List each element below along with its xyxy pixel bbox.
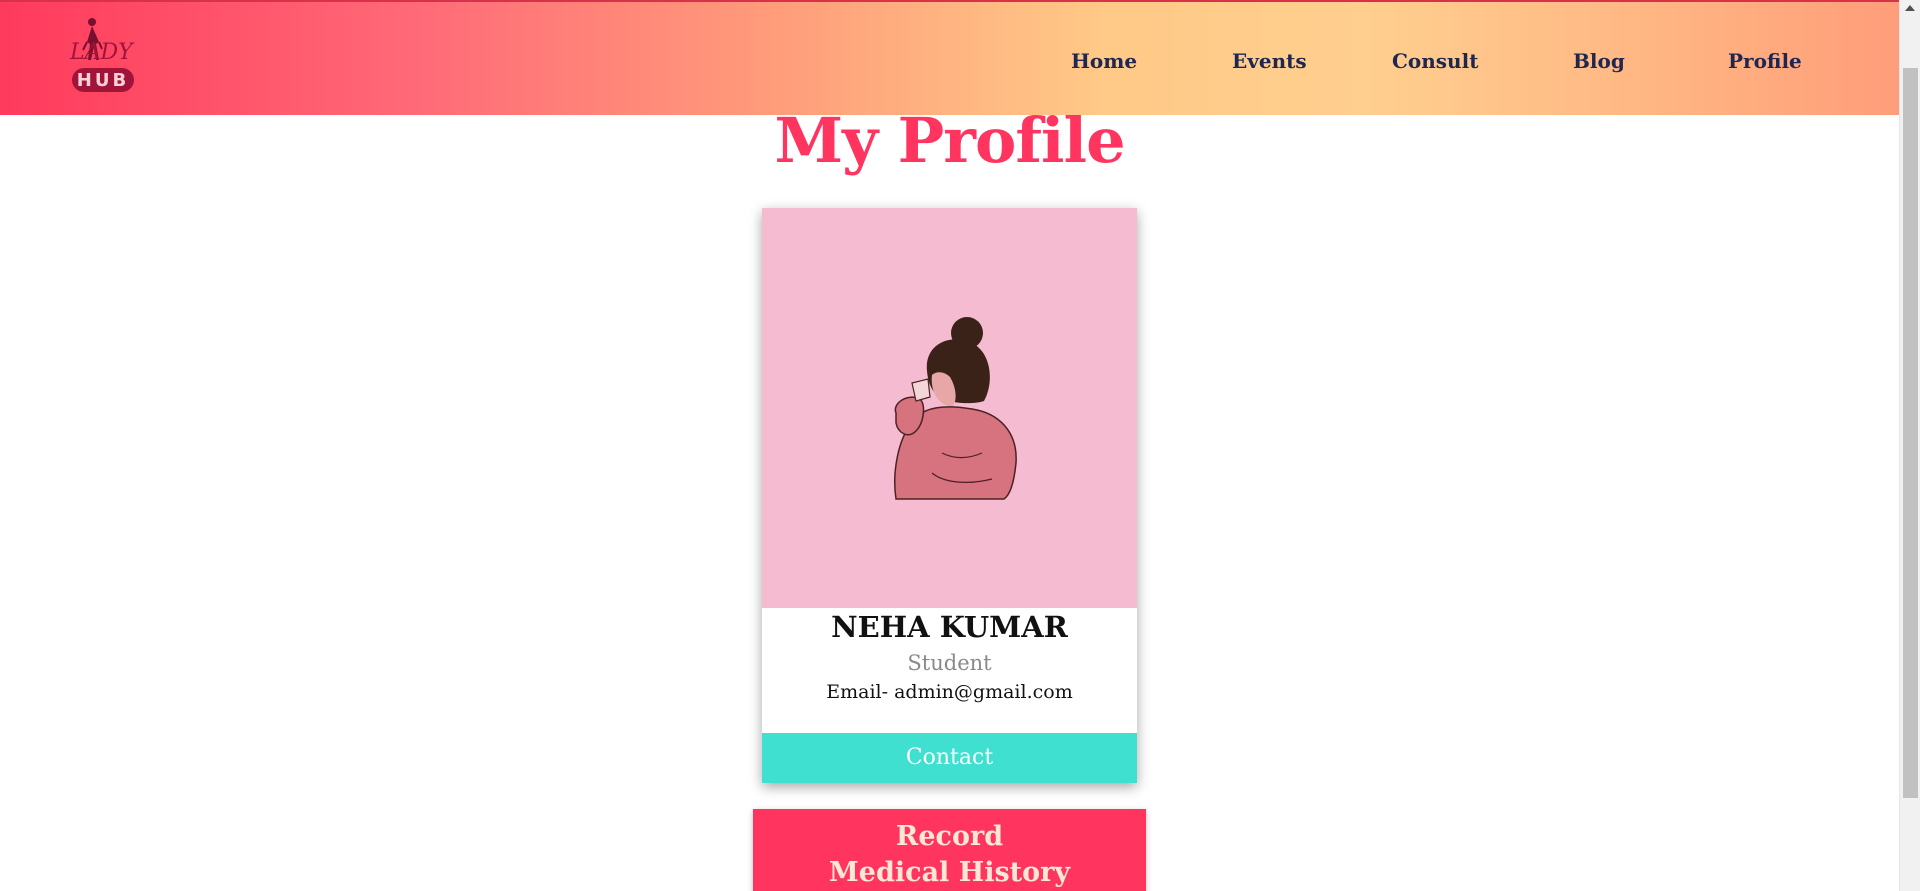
nav-events[interactable]: Events [1232,49,1307,73]
page: LADY HUB Home Events Consult Blog Profil… [0,0,1920,891]
record-button-line2: Medical History [828,857,1071,888]
profile-photo [762,208,1137,608]
top-navbar: LADY HUB Home Events Consult Blog Profil… [0,0,1899,115]
record-medical-history-button[interactable]: Record Medical History [753,809,1146,891]
nav-blog[interactable]: Blog [1573,49,1625,73]
profile-email: Email- admin@gmail.com [826,681,1073,703]
lady-hub-logo[interactable]: LADY HUB [68,16,140,98]
logo-text-bottom: HUB [77,70,129,91]
woman-drinking-illustration-icon [894,317,1017,500]
profile-card: NEHA KUMAR Student Email- admin@gmail.co… [762,208,1137,783]
scrollbar-thumb[interactable] [1903,68,1918,798]
logo-text-top: LADY [69,40,135,65]
contact-button[interactable]: Contact [762,733,1137,783]
profile-name: NEHA KUMAR [831,610,1068,644]
nav-home[interactable]: Home [1071,49,1137,73]
profile-role: Student [907,651,992,675]
scroll-up-icon[interactable] [1905,5,1915,11]
vertical-scrollbar[interactable] [1899,0,1920,891]
record-button-line1: Record [895,821,1004,852]
nav-consult[interactable]: Consult [1392,49,1478,73]
nav-profile[interactable]: Profile [1728,49,1802,73]
